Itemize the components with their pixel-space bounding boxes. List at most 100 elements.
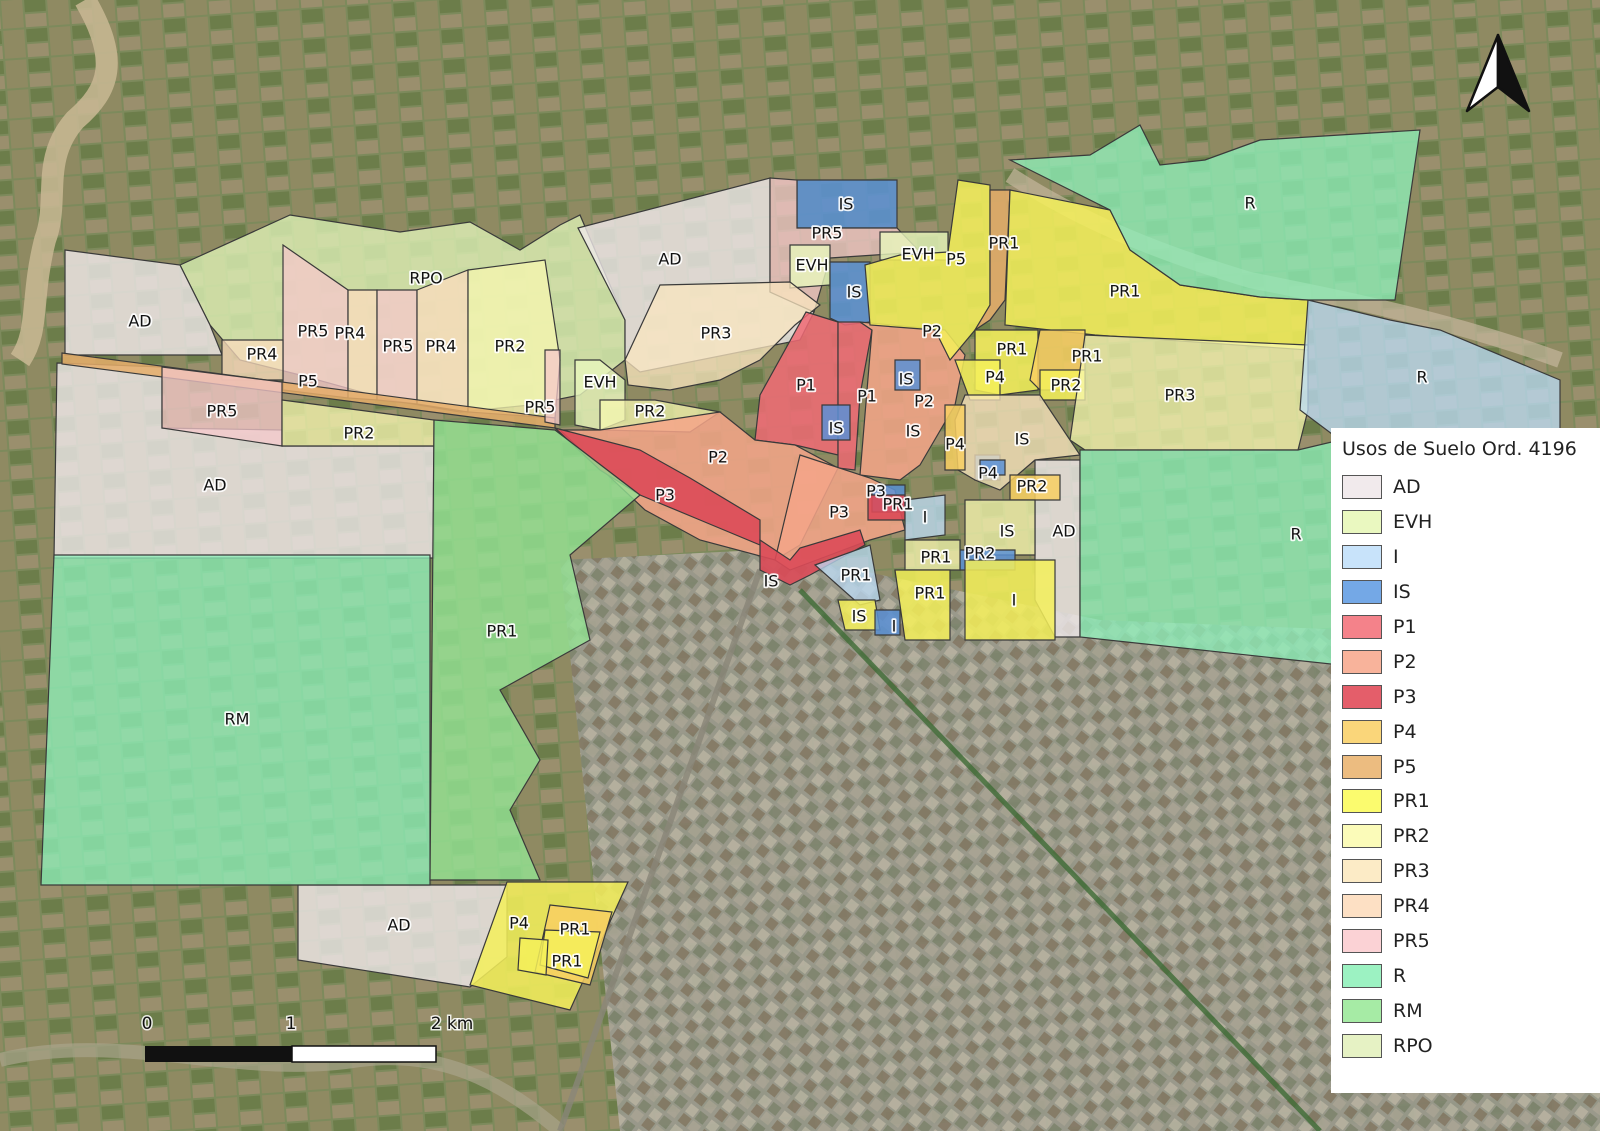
zone-pr1 <box>964 559 1056 641</box>
zone-label: PR4 <box>247 345 278 364</box>
zone-label: P4 <box>985 368 1005 387</box>
legend-label: P2 <box>1393 650 1417 673</box>
legend-swatch <box>1342 719 1382 744</box>
zone-label: PR1 <box>915 584 946 603</box>
legend-item: IS <box>1342 575 1600 610</box>
legend-swatch <box>1342 684 1382 709</box>
legend-label: EVH <box>1393 511 1433 534</box>
scale-bar-segment-black <box>145 1046 292 1062</box>
legend-swatch <box>1342 754 1382 779</box>
zone-label: PR1 <box>560 920 591 939</box>
zone-label: P4 <box>945 435 965 454</box>
zone-label: AD <box>658 250 681 269</box>
scale-bar-segment-white <box>291 1045 437 1063</box>
zone-label: P3 <box>829 503 849 522</box>
zone-label: P5 <box>298 372 318 391</box>
legend: Usos de Suelo Ord. 4196 AD EVH I IS P1 P… <box>1331 428 1600 1093</box>
legend-item: PR2 <box>1342 819 1600 854</box>
zone-label: PR1 <box>997 340 1028 359</box>
zone-label: PR2 <box>635 402 666 421</box>
zone-label: PR1 <box>487 622 518 641</box>
zone-label: R <box>1416 368 1427 387</box>
zone-label: PR1 <box>989 234 1020 253</box>
legend-item: EVH <box>1342 505 1600 540</box>
zone-label: IS <box>906 422 921 441</box>
zone-label: PR1 <box>1110 282 1141 301</box>
scale-tick-label: 1 <box>286 1014 297 1034</box>
zone-pr4 <box>347 289 378 401</box>
legend-label: PR2 <box>1393 825 1430 848</box>
legend-label: P5 <box>1393 755 1417 778</box>
zone-label: P2 <box>708 448 728 467</box>
scale-tick-label: 2 km <box>431 1014 474 1034</box>
legend-label: R <box>1393 964 1407 987</box>
zone-label: PR3 <box>701 324 732 343</box>
zone-label: I <box>1012 591 1017 610</box>
legend-item: PR3 <box>1342 854 1600 889</box>
zone-label: PR4 <box>335 324 366 343</box>
zone-label: PR2 <box>1051 376 1082 395</box>
zone-label: P3 <box>655 486 675 505</box>
zone-label: IS <box>1000 522 1015 541</box>
zone-label: EVH <box>795 256 828 275</box>
zone-label: PR1 <box>841 566 872 585</box>
zone-label: IS <box>852 607 867 626</box>
zone-label: AD <box>203 476 226 495</box>
legend-label: PR4 <box>1393 895 1430 918</box>
zone-label: PR2 <box>344 424 375 443</box>
legend-swatch <box>1342 824 1382 849</box>
zone-label: IS <box>847 283 862 302</box>
zone-label: P2 <box>914 392 934 411</box>
legend-swatch <box>1342 615 1382 639</box>
zone-label: P5 <box>946 250 966 269</box>
zone-label: PR2 <box>495 337 526 356</box>
zone-label: PR1 <box>921 548 952 567</box>
zone-label: PR4 <box>426 337 457 356</box>
legend-swatch <box>1342 963 1382 988</box>
legend-label: P1 <box>1393 616 1417 638</box>
zone-label: I <box>892 617 897 636</box>
legend-label: P4 <box>1393 720 1417 743</box>
legend-swatch <box>1342 859 1382 884</box>
legend-label: I <box>1393 546 1399 569</box>
legend-swatch <box>1342 998 1382 1023</box>
zone-label: EVH <box>901 245 934 264</box>
legend-item: P1 <box>1342 610 1600 645</box>
legend-swatch <box>1342 580 1382 605</box>
legend-item: PR1 <box>1342 784 1600 819</box>
legend-item: P2 <box>1342 644 1600 679</box>
legend-label: P3 <box>1393 685 1417 708</box>
zone-label: AD <box>128 312 151 331</box>
zone-label: RM <box>225 710 250 729</box>
legend-swatch <box>1342 545 1382 570</box>
zone-label: PR1 <box>883 495 914 514</box>
zone-label: PR5 <box>383 337 414 356</box>
zone-label: IS <box>764 572 779 591</box>
zone-label: P4 <box>509 914 529 933</box>
legend-item: I <box>1342 540 1600 575</box>
zone-r <box>1079 439 1341 666</box>
zone-label: PR1 <box>552 952 583 971</box>
legend-swatch <box>1342 475 1382 500</box>
legend-item: R <box>1342 958 1600 993</box>
zone-label: I <box>923 508 928 527</box>
legend-swatch <box>1342 789 1382 814</box>
zone-label: PR1 <box>1072 347 1103 366</box>
legend-label: RPO <box>1393 1034 1433 1057</box>
zone-label: AD <box>1052 522 1075 541</box>
zone-label: P1 <box>796 376 816 395</box>
zone-label: IS <box>1015 430 1030 449</box>
legend-item: P3 <box>1342 679 1600 714</box>
zone-pr1 <box>894 569 951 641</box>
zone-label: PR5 <box>812 224 843 243</box>
zone-label: AD <box>387 916 410 935</box>
zone-label: RPO <box>409 269 442 288</box>
zone-label: PR5 <box>298 322 329 341</box>
legend-item: RPO <box>1342 1028 1600 1063</box>
legend-item: P4 <box>1342 714 1600 749</box>
legend-item: PR5 <box>1342 924 1600 959</box>
legend-swatch <box>1342 894 1382 919</box>
zone-label: P2 <box>922 322 942 341</box>
legend-item: RM <box>1342 993 1600 1028</box>
zone-label: IS <box>899 370 914 389</box>
